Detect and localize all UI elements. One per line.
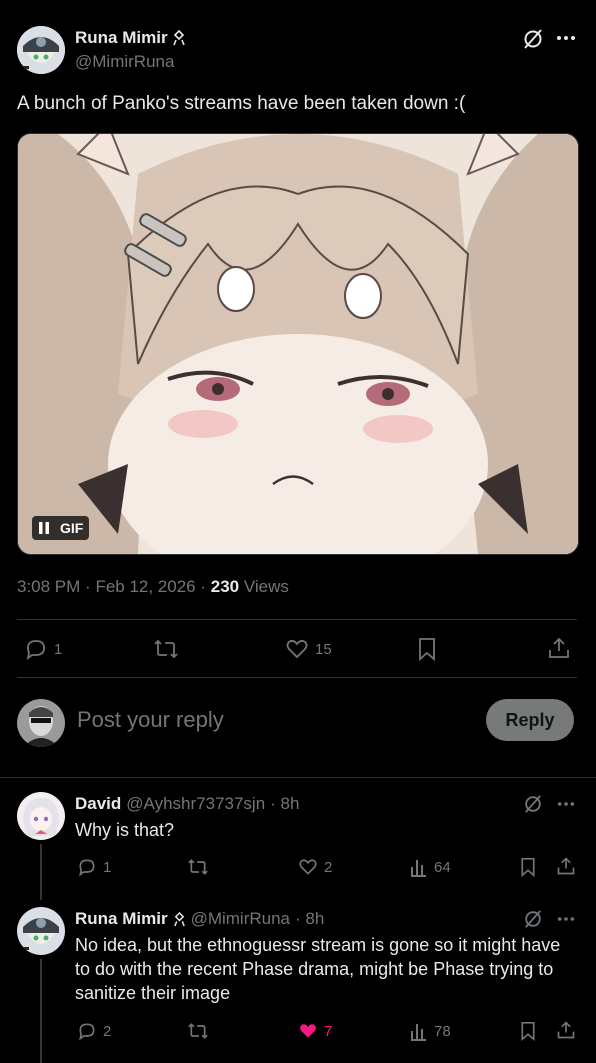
heart-icon	[298, 857, 318, 877]
bookmark-icon[interactable]	[519, 857, 537, 877]
affiliate-badge-icon	[172, 30, 186, 46]
author-avatar[interactable]	[17, 26, 65, 74]
more-options-icon[interactable]	[557, 916, 575, 922]
reply-button[interactable]: Reply	[486, 699, 574, 741]
reply-author-name[interactable]: David	[75, 794, 121, 814]
share-icon[interactable]	[547, 636, 571, 660]
like-count: 2	[324, 858, 333, 876]
analytics-icon	[410, 857, 428, 877]
analytics-icon	[410, 1021, 428, 1041]
reply-count: 2	[103, 1022, 112, 1040]
grok-icon[interactable]	[522, 28, 544, 50]
reply-input[interactable]: Post your reply	[77, 707, 224, 733]
gif-illustration	[18, 134, 578, 554]
reply-author-name[interactable]: Runa Mimir	[75, 909, 168, 929]
reply-count: 1	[103, 858, 112, 876]
bookmark-icon[interactable]	[519, 1021, 537, 1041]
more-options-icon[interactable]	[556, 35, 576, 41]
reply-header: David @Ayhshr73737sjn · 8h	[75, 794, 299, 814]
tweet-text: A bunch of Panko's streams have been tak…	[17, 93, 466, 114]
share-icon[interactable]	[556, 856, 576, 876]
tweet-date[interactable]: Feb 12, 2026	[95, 577, 195, 596]
pause-icon[interactable]	[32, 522, 54, 534]
author-name[interactable]: Runa Mimir	[75, 28, 168, 48]
reply-text: No idea, but the ethnoguessr stream is g…	[75, 935, 561, 1003]
tweet-media[interactable]: GIF	[17, 133, 579, 555]
affiliate-badge-icon	[173, 911, 186, 927]
repost-icon[interactable]	[187, 857, 209, 877]
heart-filled-icon	[298, 1021, 318, 1041]
reply-age[interactable]: · 8h	[270, 794, 299, 814]
reply-count: 1	[54, 640, 63, 658]
reply-icon	[77, 1021, 97, 1041]
grok-icon[interactable]	[523, 794, 543, 814]
bookmark-icon[interactable]	[416, 637, 438, 661]
like-action[interactable]: 15	[285, 637, 332, 661]
repost-icon	[153, 637, 179, 661]
reply-author-handle[interactable]: @MimirRuna	[191, 909, 290, 929]
repost-action[interactable]	[153, 637, 179, 661]
reply-text: Why is that?	[75, 820, 175, 840]
views-count: 64	[434, 858, 451, 876]
reply-action[interactable]: 1	[77, 857, 111, 877]
tweet-meta: 3:08 PM · Feb 12, 2026 · 230 Views	[17, 577, 289, 596]
reply-action[interactable]: 2	[77, 1021, 111, 1041]
tweet-time[interactable]: 3:08 PM	[17, 577, 80, 596]
like-action-active[interactable]: 7	[298, 1021, 332, 1041]
my-avatar[interactable]	[17, 699, 65, 747]
author-handle[interactable]: @MimirRuna	[75, 52, 174, 72]
more-options-icon[interactable]	[557, 801, 575, 807]
like-count: 15	[315, 640, 332, 658]
grok-icon[interactable]	[523, 909, 543, 929]
share-icon[interactable]	[556, 1020, 576, 1040]
views-count: 78	[434, 1022, 451, 1040]
reply-icon	[24, 637, 48, 661]
reply-action[interactable]: 1	[24, 637, 62, 661]
heart-icon	[285, 637, 309, 661]
thread-line	[40, 844, 42, 900]
reply-author-handle[interactable]: @Ayhshr73737sjn	[126, 794, 265, 814]
like-action[interactable]: 2	[298, 857, 332, 877]
thread-line	[40, 959, 42, 1063]
reply-avatar-runa[interactable]	[17, 907, 65, 955]
reply-age[interactable]: · 8h	[295, 909, 324, 929]
gif-badge: GIF	[60, 520, 84, 536]
reply-icon	[77, 857, 97, 877]
views-action[interactable]: 64	[410, 857, 451, 877]
repost-icon[interactable]	[187, 1021, 209, 1041]
reply-header: Runa Mimir @MimirRuna · 8h	[75, 909, 324, 929]
views-count: 230	[210, 577, 240, 596]
reply-avatar-david[interactable]	[17, 792, 65, 840]
views-action[interactable]: 78	[410, 1021, 451, 1041]
like-count: 7	[324, 1022, 333, 1040]
views-label: Views	[243, 577, 289, 596]
